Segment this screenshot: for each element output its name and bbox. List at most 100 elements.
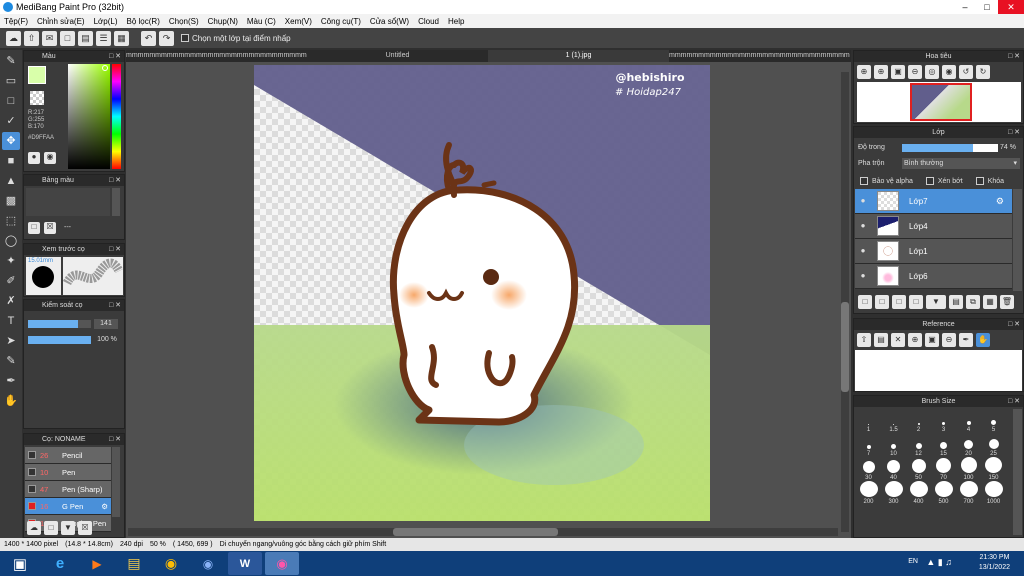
menu-edit[interactable]: Chỉnh sửa(E)	[37, 17, 85, 26]
upload-reference-icon[interactable]: ⇧	[857, 333, 871, 347]
select-tool-icon[interactable]: ⬚	[2, 212, 20, 230]
brush-size-option[interactable]: 1.5	[881, 409, 906, 433]
merge-layer-icon[interactable]: ▦	[983, 295, 997, 309]
navigator-preview[interactable]	[857, 82, 1021, 122]
hand-icon[interactable]: ✋	[976, 333, 990, 347]
blend-mode-select[interactable]: Bình thường ▾	[902, 158, 1020, 169]
grid-icon[interactable]: ▦	[114, 30, 129, 46]
layer-options-dropdown-icon[interactable]: ▼	[926, 295, 946, 309]
operation-tool-icon[interactable]: ➤	[2, 332, 20, 350]
foreground-color-swatch[interactable]	[28, 66, 46, 84]
select-eraser-tool-icon[interactable]: ✗	[2, 292, 20, 310]
brush-size-option[interactable]: 25	[981, 433, 1006, 457]
eyedropper-icon[interactable]: ✒	[959, 333, 973, 347]
brush-opacity-slider[interactable]	[28, 336, 91, 344]
panel-controls-icon[interactable]: □ ✕	[109, 175, 121, 186]
new-folder-icon[interactable]: ▤	[949, 295, 963, 309]
document-icon[interactable]: ▤	[78, 30, 93, 46]
undo-icon[interactable]: ↶	[141, 30, 156, 46]
brush-size-option[interactable]: 50	[906, 457, 931, 481]
menu-select[interactable]: Chọn(S)	[169, 17, 199, 26]
close-reference-icon[interactable]: ✕	[891, 333, 905, 347]
brush-size-option[interactable]: 40	[881, 457, 906, 481]
hue-slider[interactable]	[112, 64, 121, 169]
panel-controls-icon[interactable]: □ ✕	[1008, 127, 1020, 138]
system-clock[interactable]: 21:30 PM 13/1/2022	[979, 553, 1010, 573]
list-icon[interactable]: ☰	[96, 30, 111, 46]
navigator-viewport[interactable]	[910, 83, 972, 121]
chat-icon[interactable]: □	[60, 30, 75, 46]
hand-tool-icon[interactable]: ✋	[2, 392, 20, 410]
redo-icon[interactable]: ↷	[159, 30, 174, 46]
canvas-vertical-scrollbar[interactable]	[841, 72, 849, 532]
brush-size-option[interactable]: 100	[956, 457, 981, 481]
brush-size-option[interactable]: 30	[856, 457, 881, 481]
shape-tool-icon[interactable]: □	[2, 92, 20, 110]
layer-row[interactable]: ● Lớp6	[855, 264, 1012, 289]
brush-size-option[interactable]: 1000	[981, 481, 1006, 505]
brush-size-option[interactable]: 3	[931, 409, 956, 433]
menu-file[interactable]: Tệp(F)	[4, 17, 28, 26]
brush-settings-gear-icon[interactable]: ⚙	[101, 502, 108, 511]
brush-item[interactable]: 26 Pencil	[25, 447, 111, 464]
rotate-left-icon[interactable]: ↺	[959, 65, 973, 79]
minimize-button[interactable]: –	[954, 0, 976, 14]
gradient-tool-icon[interactable]: ▩	[2, 192, 20, 210]
palette-area[interactable]	[26, 188, 110, 216]
cloud-brush-icon[interactable]: ☁	[27, 521, 41, 535]
move-tool-icon[interactable]: ✥	[2, 132, 20, 150]
add-brush-icon[interactable]: □	[44, 521, 58, 535]
brush-options-icon[interactable]: ▼	[61, 521, 75, 535]
menu-window[interactable]: Cửa sổ(W)	[370, 17, 409, 26]
file-explorer-icon[interactable]: ▤	[117, 552, 151, 575]
brush-item-selected[interactable]: 16 G Pen ⚙	[25, 498, 111, 515]
transparent-color-swatch[interactable]	[30, 91, 44, 105]
new-halftone-layer-icon[interactable]: □	[875, 295, 889, 309]
brush-tool-icon[interactable]: ✎	[2, 52, 20, 70]
eraser-tool-icon[interactable]: ▭	[2, 72, 20, 90]
comment-icon[interactable]: ✉	[42, 30, 57, 46]
saturation-value-picker[interactable]	[68, 64, 110, 169]
panel-controls-icon[interactable]: □ ✕	[109, 51, 121, 62]
medibang-icon[interactable]: ◉	[265, 552, 299, 575]
brush-size-option[interactable]: 12	[906, 433, 931, 457]
zoom-in-icon[interactable]: ⊕	[908, 333, 922, 347]
lasso-tool-icon[interactable]: ◯	[2, 232, 20, 250]
visibility-icon[interactable]: ●	[858, 246, 868, 256]
close-button[interactable]: ✕	[998, 0, 1024, 14]
brush-size-option[interactable]: 10	[881, 433, 906, 457]
delete-layer-icon[interactable]: 🗑	[1000, 295, 1014, 309]
panel-controls-icon[interactable]: □ ✕	[1008, 51, 1020, 62]
zoom-in-alt-icon[interactable]: ⊕	[874, 65, 888, 79]
layer-row[interactable]: ● Lớp4	[855, 214, 1012, 239]
zoom-out-icon[interactable]: ⊖	[908, 65, 922, 79]
brush-item[interactable]: 10 Pen	[25, 464, 111, 481]
delete-brush-icon[interactable]: ☒	[78, 521, 92, 535]
tab-active-image[interactable]: 1 (1).jpg	[488, 50, 669, 62]
brush-size-option[interactable]: 700	[956, 481, 981, 505]
canvas-horizontal-scrollbar[interactable]	[128, 528, 838, 536]
upload-icon[interactable]: ⇧	[24, 30, 39, 46]
menu-layer[interactable]: Lớp(L)	[94, 17, 118, 26]
tab-document-1[interactable]: mmmmmmmmmmmmmmmmmmmmmmmmmmmmmmmm.mdp	[126, 50, 307, 62]
fit-icon[interactable]: ▣	[925, 333, 939, 347]
dot-tool-icon[interactable]: ✓	[2, 112, 20, 130]
brush-size-option[interactable]: 500	[931, 481, 956, 505]
menu-filter[interactable]: Bộ lọc(R)	[127, 17, 160, 26]
clipping-checkbox[interactable]	[925, 177, 934, 185]
brush-size-option[interactable]: 20	[956, 433, 981, 457]
word-icon[interactable]: W	[228, 552, 262, 575]
brush-size-option[interactable]: 300	[881, 481, 906, 505]
panel-controls-icon[interactable]: □ ✕	[1008, 319, 1020, 330]
canvas-area[interactable]: @hebishiro # Hoidap247	[126, 62, 851, 538]
brush-size-option[interactable]: 70	[931, 457, 956, 481]
actual-size-icon[interactable]: ◎	[925, 65, 939, 79]
new-1bit-layer-icon[interactable]: □	[909, 295, 923, 309]
reference-image-area[interactable]	[855, 350, 1022, 391]
visibility-icon[interactable]: ●	[858, 271, 868, 281]
drawing-canvas[interactable]: @hebishiro # Hoidap247	[254, 65, 710, 521]
menu-view[interactable]: Xem(V)	[285, 17, 312, 26]
magic-wand-tool-icon[interactable]: ✦	[2, 252, 20, 270]
zoom-out-icon[interactable]: ⊖	[942, 333, 956, 347]
tab-document-4[interactable]: mmmmmmmmmmmmmmmmmmmmmmmmmmmmmmmmmmmmm.md…	[669, 50, 850, 62]
